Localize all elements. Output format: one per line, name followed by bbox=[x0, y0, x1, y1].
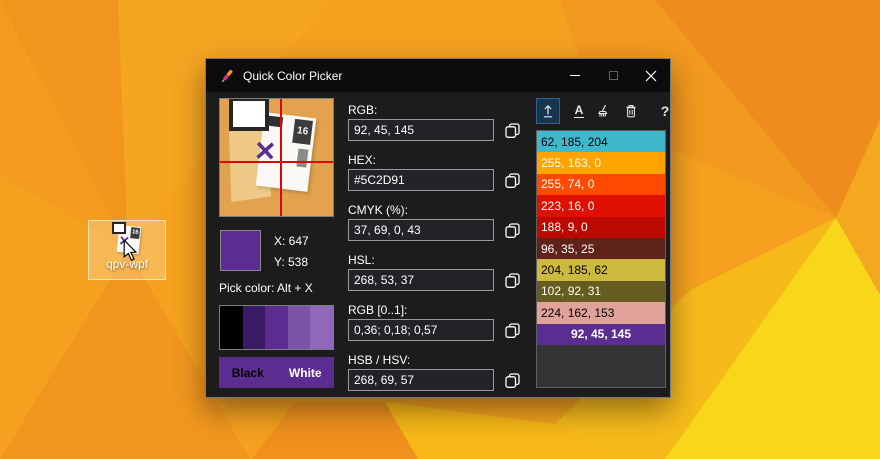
field-group-hex: HEX: bbox=[348, 153, 524, 191]
copy-rgb-button[interactable] bbox=[501, 119, 523, 141]
color-history-item[interactable]: 62, 185, 204 bbox=[537, 131, 665, 152]
delete-button[interactable] bbox=[619, 98, 643, 124]
font-icon: A bbox=[574, 104, 585, 118]
field-group-rgb: RGB: bbox=[348, 103, 524, 141]
hsb-label: HSB / HSV: bbox=[348, 353, 524, 367]
maximize-button[interactable] bbox=[594, 59, 632, 92]
shade-swatch bbox=[310, 306, 333, 349]
delete-icon bbox=[623, 103, 639, 119]
window-title: Quick Color Picker bbox=[243, 69, 342, 83]
shade-swatch bbox=[220, 306, 243, 349]
copy-icon bbox=[504, 222, 521, 239]
copy-icon bbox=[504, 372, 521, 389]
shade-swatch bbox=[265, 306, 288, 349]
field-group-hsb: HSB / HSV: bbox=[348, 353, 524, 391]
shade-swatch bbox=[243, 306, 266, 349]
copy-icon bbox=[504, 172, 521, 189]
magnifier-preview: 16 ✕ bbox=[219, 98, 334, 217]
close-icon bbox=[645, 70, 657, 82]
copy-hsl-button[interactable] bbox=[501, 269, 523, 291]
title-bar[interactable]: Quick Color Picker bbox=[206, 59, 670, 92]
color-history-item-label: 62, 185, 204 bbox=[541, 135, 608, 149]
rgb-label: RGB: bbox=[348, 103, 524, 117]
color-history-item[interactable]: 204, 185, 62 bbox=[537, 259, 665, 280]
black-button[interactable]: Black bbox=[219, 357, 277, 388]
color-history-item[interactable]: 96, 35, 25 bbox=[537, 238, 665, 259]
current-color-swatch bbox=[220, 230, 261, 271]
shade-swatch bbox=[288, 306, 311, 349]
color-history-item[interactable]: 255, 163, 0 bbox=[537, 152, 665, 173]
shade-bar bbox=[219, 305, 334, 350]
copy-rgb01-button[interactable] bbox=[501, 319, 523, 341]
black-white-toggle: Black White bbox=[219, 357, 334, 388]
cmyk-input[interactable] bbox=[348, 219, 494, 241]
hsb-input[interactable] bbox=[348, 369, 494, 391]
color-history-item-label: 92, 45, 145 bbox=[571, 327, 631, 341]
copy-icon bbox=[504, 272, 521, 289]
help-button[interactable]: ? bbox=[653, 98, 677, 124]
desktop-shortcut-qpv-wpf[interactable]: 16 ✕ qpv-wpf bbox=[88, 220, 166, 280]
hex-input[interactable] bbox=[348, 169, 494, 191]
hex-label: HEX: bbox=[348, 153, 524, 167]
rgb01-input[interactable] bbox=[348, 319, 494, 341]
color-history-item-label: 102, 92, 31 bbox=[541, 284, 601, 298]
eyedropper-icon bbox=[219, 68, 235, 84]
copy-hsb-button[interactable] bbox=[501, 369, 523, 391]
field-group-hsl: HSL: bbox=[348, 253, 524, 291]
color-history-item[interactable]: 255, 74, 0 bbox=[537, 174, 665, 195]
color-history-item-label: 255, 74, 0 bbox=[541, 177, 594, 191]
minimize-button[interactable] bbox=[556, 59, 594, 92]
color-history-item[interactable]: 188, 9, 0 bbox=[537, 217, 665, 238]
clean-icon bbox=[596, 103, 612, 119]
copy-icon bbox=[504, 322, 521, 339]
field-group-rgb01: RGB [0..1]: bbox=[348, 303, 524, 341]
copy-cmyk-button[interactable] bbox=[501, 219, 523, 241]
history-toolbar: A ? bbox=[536, 98, 666, 126]
cursor-x-coordinate: X: 647 bbox=[274, 234, 309, 248]
color-history-item-label: 224, 162, 153 bbox=[541, 306, 614, 320]
copy-hex-button[interactable] bbox=[501, 169, 523, 191]
rgb-input[interactable] bbox=[348, 119, 494, 141]
copy-icon bbox=[504, 122, 521, 139]
hsl-input[interactable] bbox=[348, 269, 494, 291]
color-history-item[interactable]: 223, 16, 0 bbox=[537, 195, 665, 216]
preview-vs-logo: ✕ bbox=[253, 136, 277, 168]
export-button[interactable] bbox=[536, 98, 560, 124]
export-icon bbox=[540, 103, 556, 119]
color-history-item[interactable]: 224, 162, 153 bbox=[537, 302, 665, 323]
pick-color-hint: Pick color: Alt + X bbox=[219, 281, 313, 295]
color-history-item-label: 96, 35, 25 bbox=[541, 242, 594, 256]
help-icon: ? bbox=[661, 103, 670, 119]
color-history-item-label: 188, 9, 0 bbox=[541, 220, 588, 234]
maximize-icon bbox=[609, 71, 618, 80]
color-history-item[interactable]: 102, 92, 31 bbox=[537, 281, 665, 302]
color-history-item-label: 204, 185, 62 bbox=[541, 263, 608, 277]
hsl-label: HSL: bbox=[348, 253, 524, 267]
color-history-item-label: 255, 163, 0 bbox=[541, 156, 601, 170]
close-button[interactable] bbox=[632, 59, 670, 92]
cmyk-label: CMYK (%): bbox=[348, 203, 524, 217]
minimize-icon bbox=[570, 75, 580, 76]
vs-project-icon: 16 ✕ bbox=[110, 224, 144, 256]
field-group-cmyk: CMYK (%): bbox=[348, 203, 524, 241]
white-square-overlay bbox=[112, 222, 126, 234]
quick-color-picker-window: Quick Color Picker 16 ✕ X: 647 Y: 538 Pi… bbox=[205, 58, 671, 398]
color-history-list: 62, 185, 204 255, 163, 0 255, 74, 0 223,… bbox=[536, 130, 666, 388]
font-button[interactable]: A bbox=[567, 98, 591, 124]
mouse-cursor-icon bbox=[122, 240, 138, 262]
crosshair-vertical bbox=[280, 99, 282, 216]
cursor-y-coordinate: Y: 538 bbox=[274, 255, 308, 269]
icon-badge: 16 bbox=[130, 227, 140, 239]
crosshair-horizontal bbox=[220, 161, 333, 163]
color-history-item[interactable]: 92, 45, 145 bbox=[537, 324, 665, 345]
preview-badge-16: 16 bbox=[292, 119, 313, 145]
color-history-item-label: 223, 16, 0 bbox=[541, 199, 594, 213]
clean-button[interactable] bbox=[592, 98, 616, 124]
white-button[interactable]: White bbox=[277, 357, 335, 388]
rgb01-label: RGB [0..1]: bbox=[348, 303, 524, 317]
